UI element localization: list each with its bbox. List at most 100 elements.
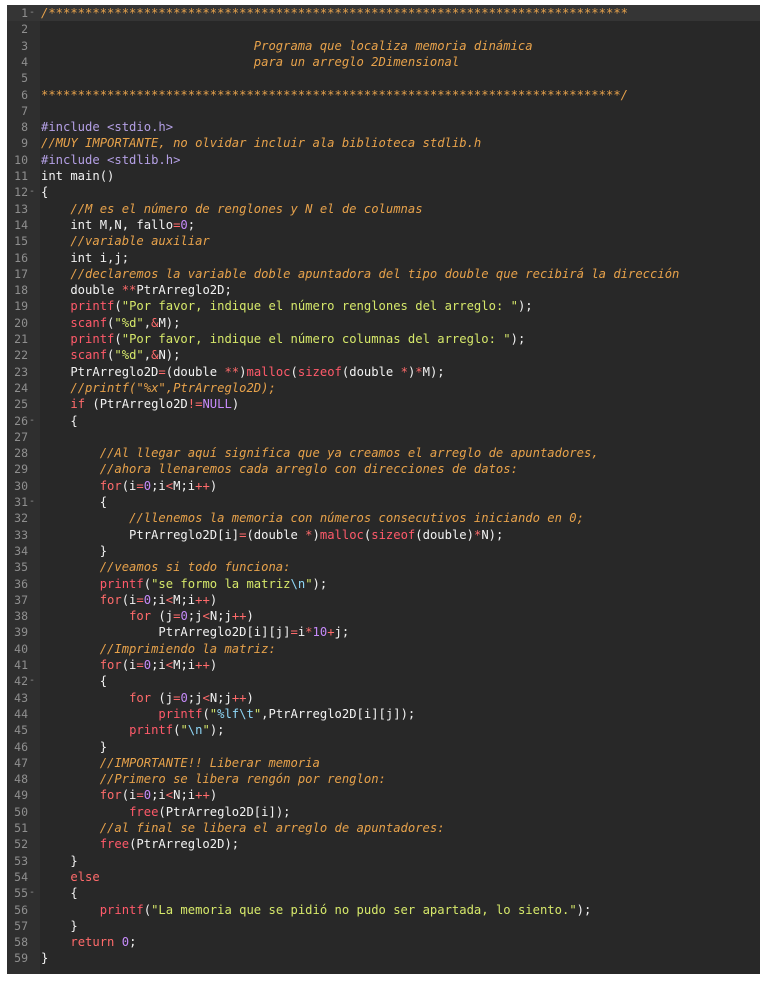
code-line[interactable]: 50 free(PtrArreglo2D[i]); xyxy=(7,804,760,820)
code-line[interactable]: 42- { xyxy=(7,673,760,689)
code-line[interactable]: 40 //Imprimiendo la matriz: xyxy=(7,641,760,657)
code-editor[interactable]: 1-/*************************************… xyxy=(7,5,760,974)
code-token: ;i xyxy=(151,658,166,672)
code-token: /***************************************… xyxy=(41,6,628,20)
code-line[interactable]: 22 scanf("%d",&N); xyxy=(7,347,760,363)
code-line[interactable]: 34 } xyxy=(7,543,760,559)
code-line[interactable]: 37 for(i=0;i<M;i++) xyxy=(7,592,760,608)
code-line[interactable]: 21 printf("Por favor, indique el número … xyxy=(7,331,760,347)
code-token: //IMPORTANTE!! Liberar memoria xyxy=(99,755,320,770)
code-token: { xyxy=(41,674,108,689)
code-token: * xyxy=(415,364,423,379)
code-line[interactable]: 55- { xyxy=(7,885,760,901)
code-line[interactable]: 12-{ xyxy=(7,184,760,200)
code-token: = xyxy=(136,478,144,493)
code-token: = xyxy=(158,364,166,379)
code-line[interactable]: 5 xyxy=(7,70,760,86)
line-number: 23 xyxy=(14,364,28,379)
code-line[interactable]: 15 //variable auxiliar xyxy=(7,233,760,249)
code-line[interactable]: 2 xyxy=(7,21,760,37)
line-number: 34 xyxy=(14,543,28,558)
code-line[interactable]: 32 //llenemos la memoria con números con… xyxy=(7,510,760,526)
code-line[interactable]: 46 } xyxy=(7,739,760,755)
code-text: //al final se libera el arreglo de apunt… xyxy=(41,820,445,836)
line-number: 52 xyxy=(14,837,28,852)
code-line[interactable]: 14 int M,N, fallo=0; xyxy=(7,217,760,233)
code-line[interactable]: 13 //M es el número de renglones y N el … xyxy=(7,201,760,217)
code-line[interactable]: 36 printf("se formo la matriz\n"); xyxy=(7,576,760,592)
code-line[interactable]: 29 //ahora llenaremos cada arreglo con d… xyxy=(7,461,760,477)
code-line[interactable]: 17 //declaremos la variable doble apunta… xyxy=(7,266,760,282)
code-line[interactable]: 47 //IMPORTANTE!! Liberar memoria xyxy=(7,755,760,771)
fold-toggle-icon[interactable]: - xyxy=(29,413,37,429)
code-line[interactable]: 33 PtrArreglo2D[i]=(double *)malloc(size… xyxy=(7,527,760,543)
code-line[interactable]: 51 //al final se libera el arreglo de ap… xyxy=(7,820,760,836)
code-token: NULL xyxy=(202,397,232,412)
code-token: ;j xyxy=(187,609,203,624)
code-line[interactable]: 58 return 0; xyxy=(7,934,760,950)
code-text: } xyxy=(41,853,77,869)
code-line[interactable]: 10 #include <stdlib.h> xyxy=(7,152,760,168)
code-token: M); xyxy=(422,364,445,379)
code-line[interactable]: 4 para un arreglo 2Dimensional xyxy=(7,54,760,70)
code-text: #include <stdlib.h> xyxy=(41,152,180,168)
code-line[interactable]: 53 } xyxy=(7,853,760,869)
code-line[interactable]: 38 for (j=0;j<N;j++) xyxy=(7,608,760,624)
code-token: free xyxy=(99,837,130,852)
code-token: ( xyxy=(143,902,152,917)
code-line[interactable]: 1-/*************************************… xyxy=(7,5,760,22)
code-line[interactable]: 11 int main() xyxy=(7,168,760,184)
code-line[interactable]: 25 if (PtrArreglo2D!=NULL) xyxy=(7,396,760,412)
code-line[interactable]: 31- { xyxy=(7,494,760,510)
code-text: printf("La memoria que se pidió no pudo … xyxy=(41,902,592,918)
code-line[interactable]: 52 free(PtrArreglo2D); xyxy=(7,836,760,852)
code-line[interactable]: 56 printf("La memoria que se pidió no pu… xyxy=(7,902,760,918)
code-line[interactable]: 28 //Al llegar aquí significa que ya cre… xyxy=(7,445,760,461)
code-line[interactable]: 54 else xyxy=(7,869,760,885)
line-number: 15 xyxy=(14,234,28,249)
code-token: (PtrArreglo2D); xyxy=(129,837,240,852)
code-token: PtrArreglo2D[i] xyxy=(41,527,240,542)
code-line[interactable]: 18 double **PtrArreglo2D; xyxy=(7,282,760,298)
line-number: 44 xyxy=(14,706,28,721)
fold-toggle-icon[interactable]: - xyxy=(29,885,37,901)
code-line[interactable]: 3 Programa que localiza memoria dinámica xyxy=(7,38,760,54)
code-line[interactable]: 9 //MUY IMPORTANTE, no olvidar incluir al… xyxy=(7,135,760,151)
code-line[interactable]: 43 for (j=0;j<N;j++) xyxy=(7,690,760,706)
code-line[interactable]: 35 //veamos si todo funciona: xyxy=(7,559,760,575)
code-line[interactable]: 39 PtrArreglo2D[i][j]=i*10+j; xyxy=(7,624,760,640)
code-line[interactable]: 7 xyxy=(7,103,760,119)
code-text: //MUY IMPORTANTE, no olvidar incluir ala… xyxy=(41,135,481,151)
code-token: for xyxy=(99,658,122,672)
code-line[interactable]: 30 for(i=0;i<M;i++) xyxy=(7,478,760,494)
code-line[interactable]: 41 for(i=0;i<M;i++) xyxy=(7,657,760,673)
code-line[interactable]: 49 for(i=0;i<N;i++) xyxy=(7,787,760,803)
code-token: ;i xyxy=(151,592,166,607)
code-token: N); xyxy=(481,527,504,542)
code-line[interactable]: 6 ***************************************… xyxy=(7,87,760,103)
code-line[interactable]: 57 } xyxy=(7,918,760,934)
code-line[interactable]: 59} xyxy=(7,950,760,966)
code-line[interactable]: 48 //Primero se libera rengón por renglo… xyxy=(7,771,760,787)
code-text: if (PtrArreglo2D!=NULL) xyxy=(41,396,239,412)
fold-toggle-icon[interactable]: - xyxy=(29,494,37,510)
code-line[interactable]: 44 printf("%lf\t",PtrArreglo2D[i][j]); xyxy=(7,706,760,722)
code-line[interactable]: 23 PtrArreglo2D=(double **)malloc(sizeof… xyxy=(7,364,760,380)
code-line[interactable]: 8 #include <stdio.h> xyxy=(7,119,760,135)
fold-toggle-icon[interactable]: - xyxy=(29,184,37,200)
line-number: 32 xyxy=(14,511,28,526)
fold-toggle-icon[interactable]: - xyxy=(29,5,37,21)
code-line[interactable]: 20 scanf("%d",&M); xyxy=(7,315,760,331)
code-token: ) xyxy=(209,592,218,607)
code-line[interactable]: 16 int i,j; xyxy=(7,250,760,266)
code-text: ****************************************… xyxy=(41,87,628,103)
code-line[interactable]: 19 printf("Por favor, indique el número … xyxy=(7,298,760,314)
code-line[interactable]: 27 xyxy=(7,429,760,445)
fold-toggle-icon[interactable]: - xyxy=(29,673,37,689)
code-line[interactable]: 24 //printf("%x",PtrArreglo2D); xyxy=(7,380,760,396)
code-line[interactable]: 45 printf("\n"); xyxy=(7,722,760,738)
code-line[interactable]: 26- { xyxy=(7,413,760,429)
